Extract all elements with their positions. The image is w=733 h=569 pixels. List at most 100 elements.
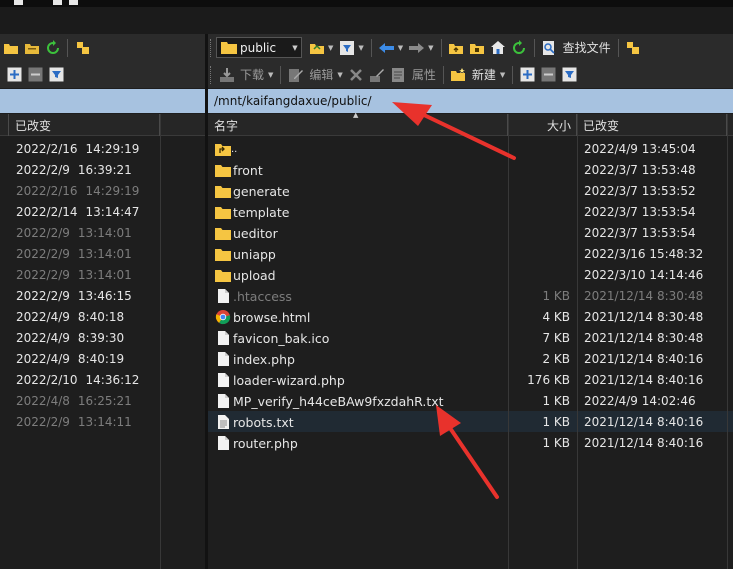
chevron-down-icon[interactable]: ▼ [500, 71, 505, 79]
file-name-cell[interactable]: loader-wizard.php [215, 372, 345, 388]
file-name-cell[interactable]: browse.html [215, 309, 310, 325]
window-button-icon[interactable] [53, 0, 62, 5]
file-name-cell[interactable]: template [215, 204, 289, 220]
new-folder-icon[interactable] [450, 66, 467, 83]
table-row[interactable]: .htaccess 1 KB 2021/12/14 8:30:48 [208, 285, 733, 306]
refresh-icon[interactable] [44, 39, 61, 56]
file-name-cell[interactable]: MP_verify_h44ceBAw9fxzdahR.txt [215, 393, 444, 409]
list-item[interactable]: 2022/2/9 13:46:15 [0, 285, 160, 306]
left-column-divider [160, 114, 161, 569]
list-item[interactable]: 2022/4/9 8:39:30 [0, 327, 160, 348]
add-icon[interactable] [6, 66, 23, 83]
edit-icon[interactable] [287, 66, 304, 83]
find-files-button[interactable]: 查找文件 [563, 39, 611, 56]
header-modified[interactable]: 已改变 [577, 114, 727, 136]
bookmark-folder-icon[interactable] [23, 39, 40, 56]
forward-arrow-icon[interactable] [408, 39, 425, 56]
open-folder-icon[interactable] [308, 39, 325, 56]
properties-button[interactable]: 属性 [412, 66, 436, 83]
parent-directory-icon[interactable] [448, 39, 465, 56]
list-item[interactable]: 2022/4/8 16:25:21 [0, 390, 160, 411]
remove-icon[interactable] [540, 66, 557, 83]
file-name-cell[interactable]: .. [215, 141, 237, 157]
table-row[interactable]: favicon_bak.ico 7 KB 2021/12/14 8:30:48 [208, 327, 733, 348]
list-item[interactable]: 2022/2/10 14:36:12 [0, 369, 160, 390]
list-item[interactable]: 2022/2/9 16:39:21 [0, 159, 160, 180]
right-file-pane[interactable]: .. 2022/4/9 13:45:04 front 2022/3/7 13:53:4… [208, 136, 733, 569]
chevron-down-icon[interactable]: ▼ [358, 44, 363, 52]
file-name-cell[interactable]: robots.txt [215, 414, 294, 430]
chevron-down-icon[interactable]: ▼ [428, 44, 433, 52]
left-header-modified[interactable]: 已改变 [9, 114, 160, 136]
file-name-cell[interactable]: upload [215, 267, 276, 283]
file-name-cell[interactable]: router.php [215, 435, 298, 451]
table-row[interactable]: MP_verify_h44ceBAw9fxzdahR.txt 1 KB 2022/4… [208, 390, 733, 411]
edit-button[interactable]: 编辑 [309, 66, 333, 83]
chevron-down-icon[interactable]: ▼ [398, 44, 403, 52]
folder-open-icon[interactable] [2, 39, 19, 56]
list-item[interactable]: 2022/4/9 8:40:19 [0, 348, 160, 369]
delete-icon[interactable] [348, 66, 365, 83]
filter-icon[interactable] [338, 39, 355, 56]
list-item[interactable]: 2022/2/9 13:14:01 [0, 243, 160, 264]
table-row[interactable]: robots.txt 1 KB 2021/12/14 8:40:16 [208, 411, 733, 432]
header-name[interactable]: 名字 ▲ [208, 111, 508, 136]
header-size[interactable]: 大小 [508, 114, 577, 136]
list-item[interactable]: 2022/2/16 14:29:19 [0, 180, 160, 201]
chevron-down-icon[interactable]: ▼ [328, 44, 333, 52]
file-name-cell[interactable]: favicon_bak.ico [215, 330, 329, 346]
left-file-pane[interactable]: 2022/2/16 14:29:19 2022/2/9 16:39:21 2022/2/… [0, 136, 205, 569]
table-row[interactable]: generate 2022/3/7 13:53:52 [208, 180, 733, 201]
list-item[interactable]: 2022/2/9 13:14:01 [0, 222, 160, 243]
refresh-icon[interactable] [511, 39, 528, 56]
new-button[interactable]: 新建 [472, 66, 496, 83]
filter-icon[interactable] [561, 66, 578, 83]
file-name-cell[interactable]: generate [215, 183, 290, 199]
table-row[interactable]: upload 2022/3/10 14:14:46 [208, 264, 733, 285]
list-item[interactable]: 2022/2/9 13:14:11 [0, 411, 160, 432]
right-path-bar[interactable]: /mnt/kaifangdaxue/public/ [208, 89, 733, 113]
list-item[interactable]: 2022/2/9 13:14:01 [0, 264, 160, 285]
file-name-cell[interactable]: uniapp [215, 246, 276, 262]
file-name-cell[interactable]: ueditor [215, 225, 278, 241]
download-icon[interactable] [218, 66, 235, 83]
location-combo[interactable]: public ▼ [216, 37, 302, 58]
file-name-cell[interactable]: front [215, 162, 263, 178]
home-icon[interactable] [490, 39, 507, 56]
bookmark-icon[interactable] [625, 39, 642, 56]
right-toolbar-actions: 下载 ▼ 编辑 ▼ 属性 新建 ▼ [208, 61, 733, 88]
root-directory-icon[interactable] [469, 39, 486, 56]
list-item[interactable]: 2022/4/9 8:40:18 [0, 306, 160, 327]
rename-icon[interactable] [369, 66, 386, 83]
left-path-bar[interactable] [0, 89, 205, 113]
download-button[interactable]: 下载 [240, 66, 264, 83]
table-row[interactable]: uniapp 2022/3/16 15:48:32 [208, 243, 733, 264]
table-row[interactable]: router.php 1 KB 2021/12/14 8:40:16 [208, 432, 733, 453]
table-row[interactable]: browse.html 4 KB 2021/12/14 8:30:48 [208, 306, 733, 327]
chevron-down-icon[interactable]: ▼ [337, 71, 342, 79]
pane-splitter[interactable] [205, 34, 208, 569]
back-arrow-icon[interactable] [378, 39, 395, 56]
table-row[interactable]: front 2022/3/7 13:53:48 [208, 159, 733, 180]
table-row[interactable]: template 2022/3/7 13:53:54 [208, 201, 733, 222]
properties-icon[interactable] [390, 66, 407, 83]
list-item[interactable]: 2022/2/16 14:29:19 [0, 138, 160, 159]
bookmark-icon[interactable] [74, 39, 91, 56]
find-files-icon[interactable] [541, 39, 558, 56]
file-name-cell[interactable]: index.php [215, 351, 295, 367]
list-item[interactable]: 2022/2/14 13:14:47 [0, 201, 160, 222]
window-button-icon[interactable] [69, 0, 78, 5]
filter-icon[interactable] [48, 66, 65, 83]
file-name-cell[interactable]: .htaccess [215, 288, 292, 304]
table-row[interactable]: .. 2022/4/9 13:45:04 [208, 138, 733, 159]
chevron-down-icon[interactable]: ▼ [289, 44, 301, 52]
window-button-icon[interactable] [14, 0, 23, 5]
chevron-down-icon[interactable]: ▼ [268, 71, 273, 79]
add-icon[interactable] [519, 66, 536, 83]
remove-icon[interactable] [27, 66, 44, 83]
table-row[interactable]: index.php 2 KB 2021/12/14 8:40:16 [208, 348, 733, 369]
table-row[interactable]: ueditor 2022/3/7 13:53:54 [208, 222, 733, 243]
table-row[interactable]: loader-wizard.php 176 KB 2021/12/14 8:40:1… [208, 369, 733, 390]
file-name: loader-wizard.php [233, 372, 345, 388]
left-header-stub[interactable] [0, 114, 9, 136]
